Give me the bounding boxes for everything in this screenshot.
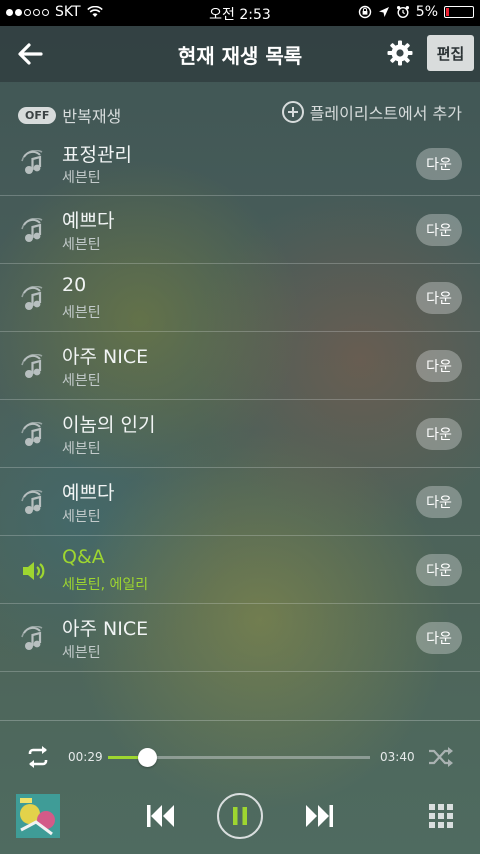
track-title: 예쁘다 <box>62 210 115 232</box>
album-art-image <box>16 794 60 838</box>
repeat-icon[interactable] <box>24 745 52 769</box>
track-artist: 세븐틴 <box>62 373 101 389</box>
player-controls: 00:29 03:40 <box>0 720 480 854</box>
total-time: 03:40 <box>380 750 415 764</box>
shuffle-icon[interactable] <box>428 746 454 768</box>
battery-icon <box>444 6 474 18</box>
repeat-label: 반복재생 <box>62 107 122 126</box>
track-artist: 세븐틴 <box>62 170 101 186</box>
plus-circle-icon <box>281 101 304 123</box>
track-artist: 세븐틴 <box>62 305 101 321</box>
playlist-row[interactable]: 이놈의 인기세븐틴 다운 <box>0 400 480 468</box>
music-note-icon <box>20 421 46 448</box>
pause-button[interactable] <box>217 793 263 839</box>
repeat-toggle[interactable]: OFF 반복재생 <box>18 103 121 127</box>
progress-bar[interactable] <box>108 748 370 767</box>
playlist: 표정관리 세븐틴 다운 예쁘다 세븐틴 다운 20 세븐틴 다운 아주 NICE 세븐틴 다운 이놈의 … <box>0 142 480 720</box>
speaker-icon <box>20 558 46 584</box>
music-note-icon <box>20 353 46 380</box>
download-button[interactable]: 다운 <box>416 214 462 246</box>
download-button[interactable]: 다운 <box>416 350 462 382</box>
track-artist: 세븐틴 <box>62 237 101 253</box>
track-title: Q&A <box>62 546 105 568</box>
pause-icon <box>233 807 247 825</box>
download-button[interactable]: 다운 <box>416 418 462 450</box>
track-title: 표정관리 <box>62 144 132 166</box>
header: 현재 재생 목록 편집 <box>0 26 480 82</box>
status-bar: SKT 오전 2:53 5% <box>0 0 480 26</box>
track-title: 아주 NICE <box>62 618 149 640</box>
location-icon <box>378 7 389 17</box>
alarm-icon <box>396 6 409 19</box>
track-title: 이놈의 인기 <box>62 414 156 436</box>
track-title: 아주 NICE <box>62 346 149 368</box>
music-note-icon <box>20 217 46 244</box>
download-button[interactable]: 다운 <box>416 148 462 180</box>
progress-thumb[interactable] <box>138 748 158 767</box>
music-note-icon <box>20 489 46 516</box>
playlist-row[interactable]: 표정관리세븐틴 다운 <box>0 142 480 196</box>
next-track-icon[interactable] <box>304 803 334 829</box>
battery-percent: 5% <box>415 4 438 20</box>
add-from-playlist-label: 플레이리스트에서 추가 <box>309 104 462 123</box>
music-note-icon <box>20 149 46 176</box>
repeat-state-pill[interactable]: OFF <box>18 106 57 124</box>
edit-button[interactable]: 편집 <box>427 35 474 71</box>
track-title: 예쁘다 <box>62 482 115 504</box>
download-button[interactable]: 다운 <box>416 486 462 518</box>
album-art-thumbnail[interactable] <box>16 794 60 838</box>
music-note-icon <box>20 625 46 652</box>
elapsed-time: 00:29 <box>68 750 103 764</box>
track-artist: 세븐틴 <box>62 509 101 525</box>
playlist-row[interactable]: 예쁘다세븐틴 다운 <box>0 468 480 536</box>
gear-icon[interactable] <box>386 39 414 67</box>
track-artist: 세븐틴 <box>62 441 101 457</box>
previous-track-icon[interactable] <box>146 803 176 829</box>
music-note-icon <box>20 285 46 312</box>
track-title: 20 <box>62 274 87 296</box>
grid-menu-icon[interactable] <box>428 803 454 829</box>
track-artist: 세븐틴 <box>62 645 101 661</box>
playlist-toolbar: OFF 반복재생 플레이리스트에서 추가 <box>0 82 480 142</box>
status-right: 5% <box>358 4 474 20</box>
playlist-row[interactable]: 아주 NICE 세븐틴 다운 <box>0 332 480 400</box>
now-playing-screen: SKT 오전 2:53 5% 현재 재생 목록 편집 OFF 반복재생 플레이리… <box>0 0 480 854</box>
playlist-row[interactable]: 예쁘다세븐틴 다운 <box>0 196 480 264</box>
track-artist: 세븐틴, 에일리 <box>62 577 149 593</box>
download-button[interactable]: 다운 <box>416 554 462 586</box>
playlist-row[interactable]: Q&A 세븐틴, 에일리 다운 <box>0 536 480 604</box>
download-button[interactable]: 다운 <box>416 282 462 314</box>
playlist-row[interactable]: 20 세븐틴 다운 <box>0 264 480 332</box>
rotation-lock-icon <box>358 5 371 19</box>
playlist-row[interactable]: 아주 NICE 세븐틴 다운 <box>0 604 480 672</box>
add-from-playlist-button[interactable]: 플레이리스트에서 추가 <box>281 100 462 124</box>
download-button[interactable]: 다운 <box>416 622 462 654</box>
